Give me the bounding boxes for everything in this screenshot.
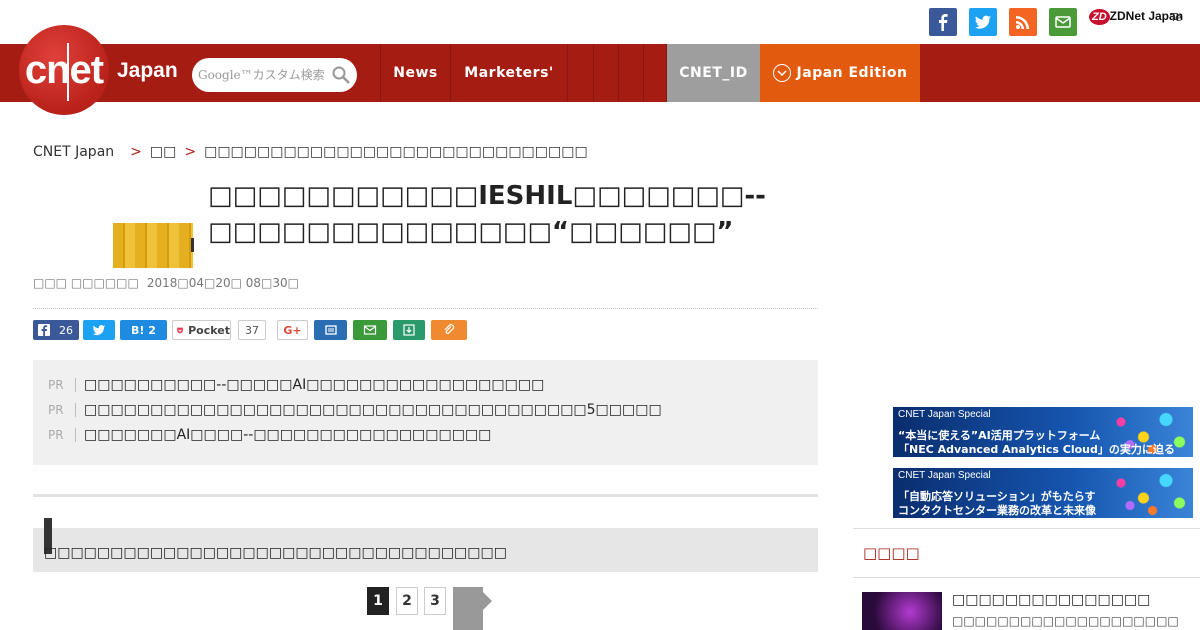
breadcrumb-separator: >: [184, 144, 197, 160]
pr-tag: PR: [48, 403, 76, 417]
next-page-button[interactable]: [453, 587, 492, 630]
pocket-label: Pocket: [188, 323, 230, 337]
te-label: Te: [1170, 11, 1182, 24]
nav-japan-edition[interactable]: Japan Edition: [760, 44, 920, 102]
page-number: 3: [430, 593, 440, 609]
article-title: □□□□□□□□□□□IESHIL□□□□□□□--□□□□□□□□□□□□□□…: [208, 181, 766, 247]
paperclip-icon: [444, 324, 455, 334]
top-utility-bar: ZD ZDNet Japan Te: [0, 0, 1200, 44]
nav-news[interactable]: News: [380, 44, 450, 102]
facebook-share-button[interactable]: 26: [33, 320, 79, 340]
banner-line2: コンタクトセンター業務の改革と未来像: [898, 504, 1096, 517]
sidebar-section-heading: □□□□: [853, 528, 1200, 578]
google-plus-icon: G+: [283, 323, 302, 337]
pr-item[interactable]: PR □□□□□□□AI□□□□--□□□□□□□□□□□□□□□□□□: [48, 427, 491, 443]
pr-tag: PR: [48, 428, 76, 442]
byline-divider: [33, 308, 818, 309]
google-plus-button[interactable]: G+: [277, 320, 308, 340]
breadcrumb-current: □□□□□□□□□□□□□□□□□□□□□□□□□□□□□: [204, 144, 588, 160]
banner-graphic: [1103, 468, 1193, 518]
facebook-icon: [38, 324, 50, 336]
nav-cnet-id[interactable]: CNET_ID: [667, 44, 760, 102]
hatena-bookmark-button[interactable]: B! 2: [120, 320, 167, 340]
print-button[interactable]: [314, 320, 347, 340]
print-icon: [324, 325, 337, 335]
nav-cnet-id-label: CNET_ID: [679, 65, 748, 81]
content-divider: [33, 494, 818, 497]
twitter-icon: [92, 325, 106, 336]
pocket-button[interactable]: Pocket: [172, 320, 231, 340]
hatena-label: B! 2: [131, 323, 156, 337]
twitter-share-button[interactable]: [83, 320, 115, 340]
sidebar-item-title[interactable]: □□□□□□□□□□□□□□□: [952, 592, 1150, 608]
nav-news-label: News: [393, 65, 438, 81]
pr-item-text: □□□□□□□□□□--□□□□□AI□□□□□□□□□□□□□□□□□□: [84, 377, 545, 393]
banner-special-label: CNET Japan Special: [898, 470, 991, 481]
nav-japan-edition-label: Japan Edition: [796, 65, 908, 81]
pr-box: PR □□□□□□□□□□--□□□□□AI□□□□□□□□□□□□□□□□□□…: [33, 360, 818, 465]
zdnet-japan-link[interactable]: ZD ZDNet Japan: [1089, 9, 1183, 25]
site-header: Japan News Marketers' CNET_ID Japan Edit…: [0, 44, 1200, 102]
sidebar-item-thumbnail[interactable]: [862, 592, 942, 630]
sidebar-banner-contact-center[interactable]: CNET Japan Special 「自動応答ソリューション」がもたらす コン…: [893, 468, 1193, 518]
search-input[interactable]: [198, 65, 328, 85]
save-button[interactable]: [393, 320, 425, 340]
breadcrumb-home[interactable]: CNET Japan: [33, 144, 114, 160]
pr-tag: PR: [48, 378, 76, 392]
page-number: 1: [373, 593, 383, 609]
article-thumbnail: [113, 223, 193, 268]
rss-icon[interactable]: [1009, 8, 1037, 36]
breadcrumb-section[interactable]: □□: [150, 144, 176, 160]
nav-item-empty-1[interactable]: [567, 44, 593, 102]
sidebar-heading-text: □□□□: [863, 544, 920, 562]
nav-item-empty-4[interactable]: [643, 44, 667, 102]
nav-marketers[interactable]: Marketers': [450, 44, 567, 102]
breadcrumb-separator: >: [130, 144, 142, 160]
sidebar-item-subtitle: □□□□□□□□□□□□□□□□□□□□: [952, 614, 1179, 628]
cnet-logo[interactable]: cnet: [19, 25, 109, 115]
pr-item[interactable]: PR □□□□□□□□□□--□□□□□AI□□□□□□□□□□□□□□□□□□: [48, 377, 544, 393]
clip-button[interactable]: [431, 320, 467, 340]
banner-special-label: CNET Japan Special: [898, 409, 991, 420]
facebook-share-count: 26: [59, 323, 73, 337]
pocket-count: 37: [238, 320, 266, 340]
pr-item[interactable]: PR □□□□□□□□□□□□□□□□□□□□□□□□□□□□□□□□□□□□□…: [48, 402, 662, 418]
pocket-icon: [177, 327, 183, 333]
nav-item-empty-3[interactable]: [618, 44, 643, 102]
techrepublic-link[interactable]: Te: [1170, 11, 1182, 24]
search-icon[interactable]: [331, 65, 351, 85]
cnet-logo-text: cnet: [24, 47, 104, 92]
download-icon: [403, 324, 415, 336]
brand-japan-label: Japan: [117, 59, 178, 82]
pr-item-text: □□□□□□□□□□□□□□□□□□□□□□□□□□□□□□□□□□□□□□5□…: [84, 402, 662, 418]
thumbnail-edge: [191, 238, 194, 252]
page-3-button[interactable]: 3: [424, 587, 446, 615]
sidebar-banner-nec[interactable]: CNET Japan Special “本当に使える”AI活用プラットフォーム …: [893, 407, 1193, 457]
mail-icon[interactable]: [1049, 8, 1077, 36]
pocket-count-value: 37: [245, 323, 259, 337]
breadcrumb: CNET Japan > □□ > □□□□□□□□□□□□□□□□□□□□□□…: [33, 144, 588, 160]
chevron-down-icon: [772, 64, 791, 82]
pr-item-text: □□□□□□□AI□□□□--□□□□□□□□□□□□□□□□□□: [84, 427, 492, 443]
page-1-button[interactable]: 1: [367, 587, 389, 615]
site-search: [192, 58, 357, 92]
banner-line2: 「NEC Advanced Analytics Cloud」の実力に迫る: [898, 443, 1175, 456]
nav-item-empty-2[interactable]: [593, 44, 618, 102]
mail-icon: [363, 325, 377, 335]
facebook-icon[interactable]: [929, 8, 957, 36]
page-number: 2: [402, 593, 412, 609]
article-date: 2018□04□20□ 08□30□: [146, 276, 299, 290]
cnet-logo-divider: [67, 43, 69, 101]
article-author[interactable]: □□□ □□□□□□: [33, 276, 139, 290]
zdnet-logo-icon: ZD: [1089, 9, 1110, 25]
article-byline: □□□ □□□□□□ 2018□04□20□ 08□30□: [33, 276, 299, 290]
page-2-button[interactable]: 2: [396, 587, 418, 615]
nav-marketers-label: Marketers': [464, 65, 554, 81]
twitter-icon[interactable]: [969, 8, 997, 36]
email-share-button[interactable]: [353, 320, 387, 340]
section-lead-text: □□□□□□□□□□□□□□□□□□□□□□□□□□□□□□□□□□□: [44, 545, 507, 561]
